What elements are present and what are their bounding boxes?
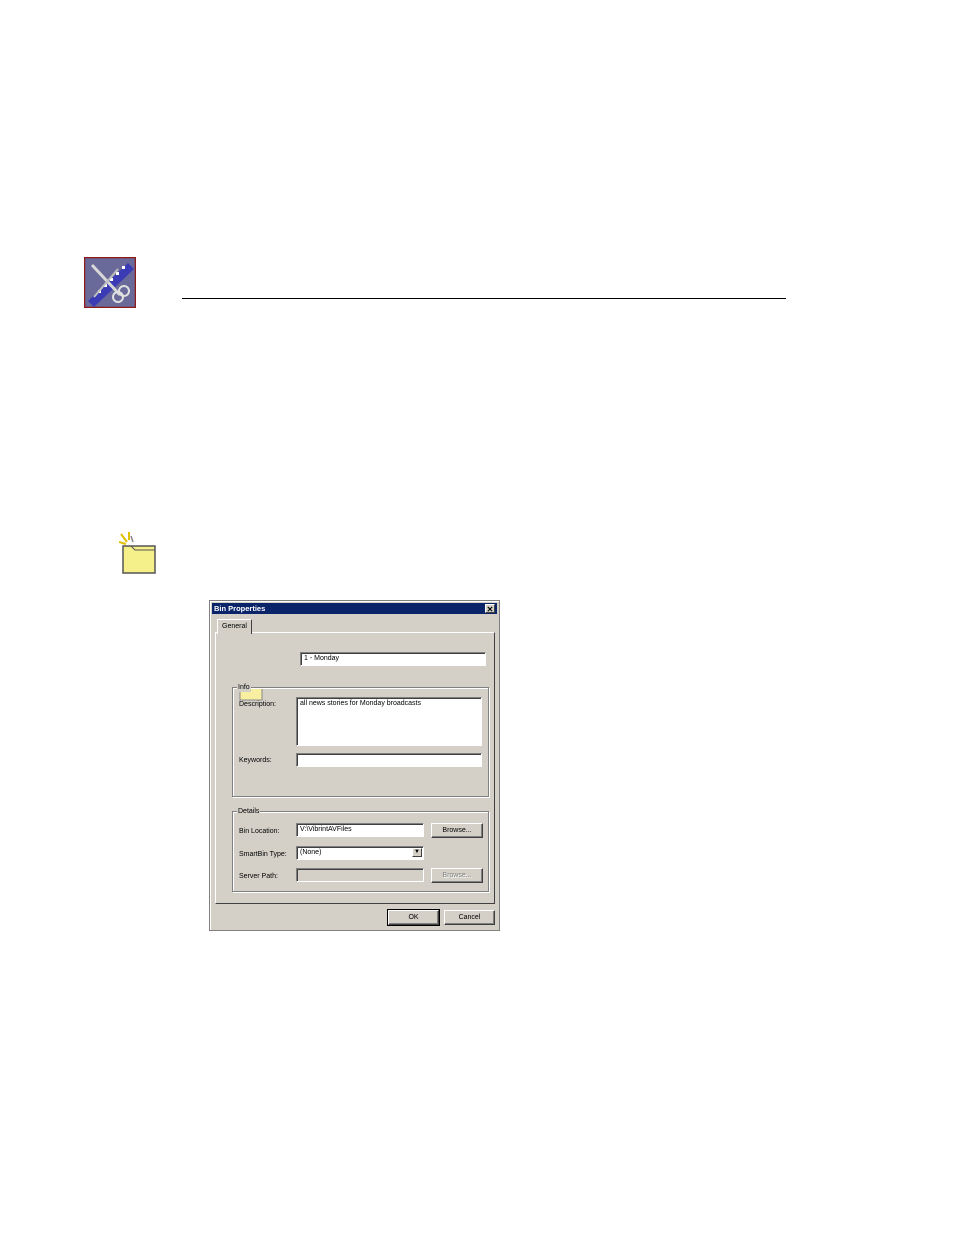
- dialog-titlebar[interactable]: Bin Properties ✕: [212, 603, 497, 614]
- header-rule: [182, 298, 786, 299]
- close-icon[interactable]: ✕: [485, 604, 495, 614]
- chevron-down-icon[interactable]: ▼: [412, 848, 422, 857]
- server-browse-button[interactable]: Browse...: [431, 868, 483, 883]
- tab-general[interactable]: General: [217, 619, 252, 634]
- server-path-input[interactable]: [296, 868, 424, 882]
- description-input[interactable]: all news stories for Monday broadcasts: [296, 697, 482, 746]
- smartbin-type-select[interactable]: (None) ▼: [296, 846, 424, 860]
- bin-name-input[interactable]: 1 - Monday: [300, 652, 486, 666]
- info-group-title: Info: [237, 683, 251, 692]
- details-group: Details Bin Location: V:\VibrintAVFiles …: [232, 807, 489, 892]
- smartbin-type-value: (None): [300, 849, 322, 856]
- bin-properties-dialog: Bin Properties ✕ General 1 - Monday Info…: [209, 600, 500, 931]
- keywords-label: Keywords:: [239, 757, 272, 764]
- dialog-title: Bin Properties: [214, 604, 266, 613]
- smartbin-type-label: SmartBin Type:: [239, 851, 287, 858]
- ok-button[interactable]: OK: [387, 909, 440, 926]
- keywords-input[interactable]: [296, 753, 482, 767]
- info-group: Info Description: all news stories for M…: [232, 683, 489, 797]
- general-tab-page: 1 - Monday Info Description: all news st…: [215, 632, 495, 904]
- bin-location-input[interactable]: V:\VibrintAVFiles: [296, 823, 424, 837]
- cancel-button[interactable]: Cancel: [444, 910, 495, 925]
- server-path-label: Server Path:: [239, 873, 278, 880]
- details-group-title: Details: [237, 807, 261, 816]
- note-icon: [118, 532, 159, 576]
- browse-button[interactable]: Browse...: [431, 823, 483, 838]
- description-label: Description:: [239, 701, 276, 708]
- bin-location-label: Bin Location:: [239, 828, 280, 835]
- film-scissors-icon: [83, 256, 137, 309]
